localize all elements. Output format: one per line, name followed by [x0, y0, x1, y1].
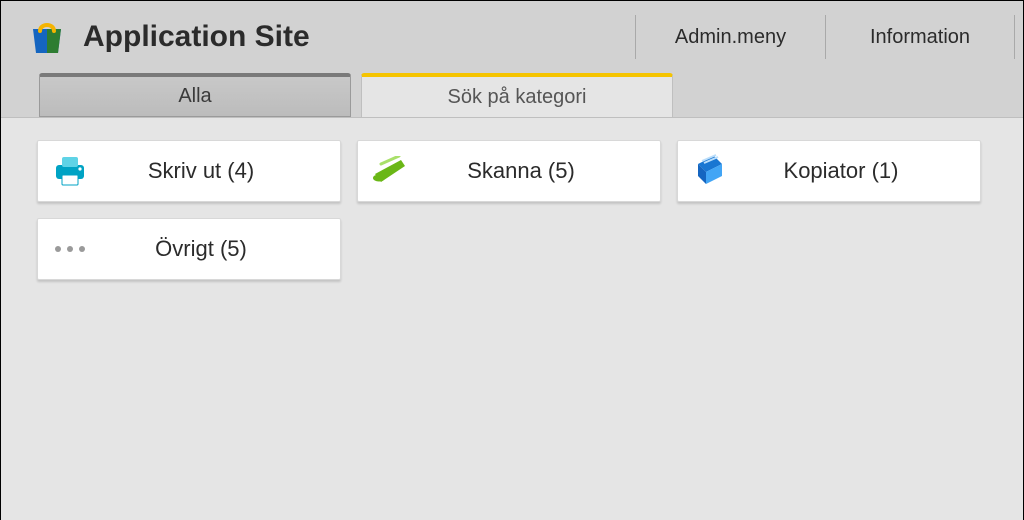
category-grid: Skriv ut (4) Skanna (5) — [37, 140, 987, 280]
information-button[interactable]: Information — [825, 15, 1015, 59]
category-card-print[interactable]: Skriv ut (4) — [37, 140, 341, 202]
printer-icon — [38, 155, 102, 187]
header-actions: Admin.meny Information — [635, 15, 1015, 59]
scanner-icon — [358, 156, 422, 186]
admin-menu-button[interactable]: Admin.meny — [635, 15, 825, 59]
category-card-scan[interactable]: Skanna (5) — [357, 140, 661, 202]
category-label: Skriv ut (4) — [102, 158, 340, 184]
category-card-copy[interactable]: Kopiator (1) — [677, 140, 981, 202]
copier-icon — [678, 154, 742, 188]
tab-search-category[interactable]: Sök på kategori — [361, 73, 673, 117]
category-label: Kopiator (1) — [742, 158, 980, 184]
content-area: Skriv ut (4) Skanna (5) — [1, 117, 1023, 520]
header: Application Site Admin.meny Information — [1, 1, 1023, 73]
category-label: Skanna (5) — [422, 158, 660, 184]
tab-all[interactable]: Alla — [39, 73, 351, 117]
category-card-other[interactable]: Övrigt (5) — [37, 218, 341, 280]
page-title: Application Site — [83, 20, 310, 54]
header-left: Application Site — [9, 17, 310, 57]
tab-bar: Alla Sök på kategori — [1, 73, 1023, 117]
shopping-bag-icon — [27, 17, 67, 57]
category-label: Övrigt (5) — [102, 236, 340, 262]
more-icon — [38, 246, 102, 252]
